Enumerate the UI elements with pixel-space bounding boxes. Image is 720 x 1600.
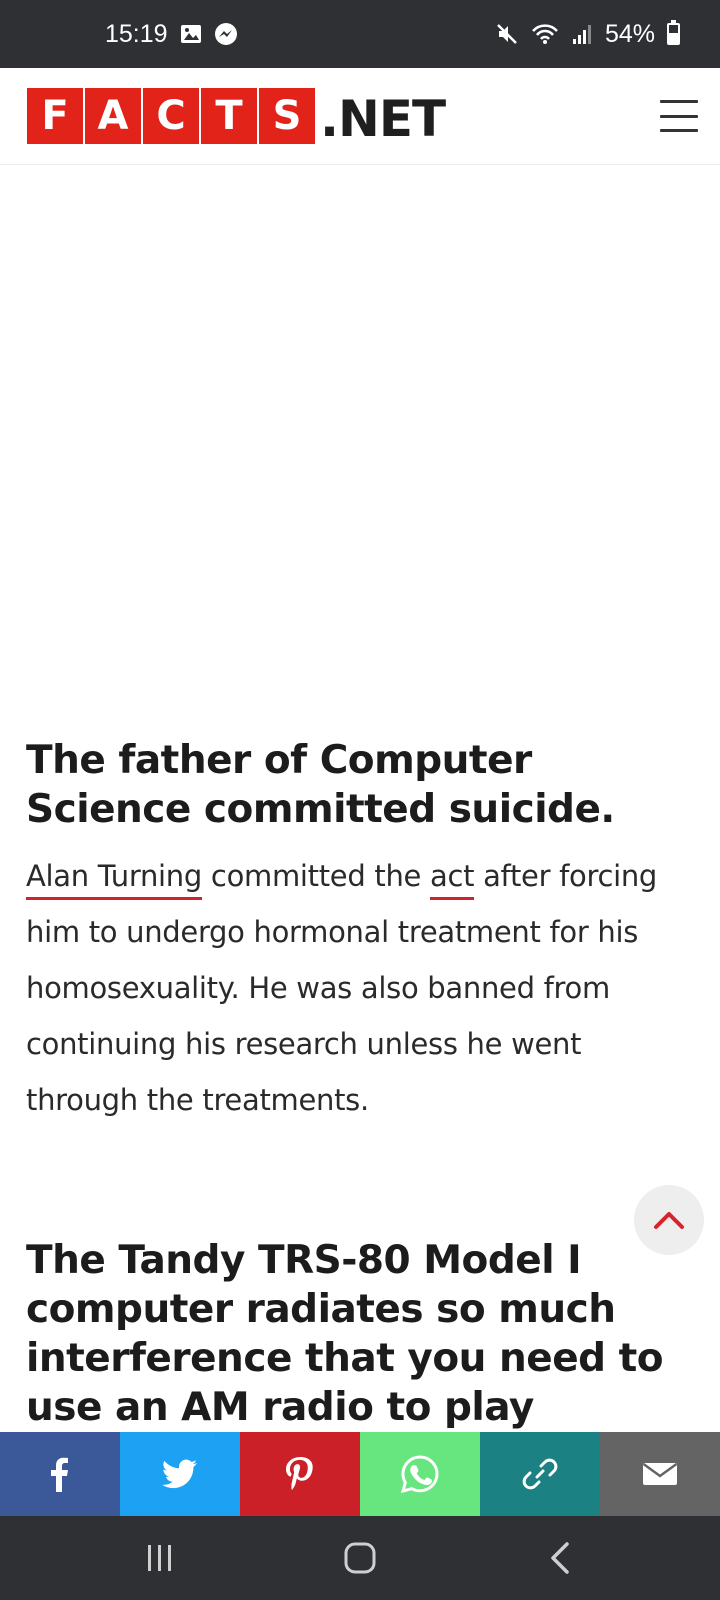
status-bar: 15:19 54% <box>0 0 720 68</box>
ad-placeholder <box>0 166 720 736</box>
recents-icon <box>148 1545 171 1571</box>
chevron-up-icon <box>654 1212 684 1229</box>
logo-letter: T <box>201 88 257 144</box>
copy-link-share-button[interactable] <box>480 1432 600 1516</box>
email-icon <box>642 1462 678 1485</box>
back-button[interactable] <box>520 1528 600 1588</box>
facebook-icon <box>51 1457 68 1492</box>
whatsapp-icon <box>400 1455 439 1494</box>
site-header: F A C T S .NET <box>0 68 720 165</box>
whatsapp-share-button[interactable] <box>360 1432 480 1516</box>
fact-heading: The Tandy TRS-80 Model I computer radiat… <box>26 1238 664 1430</box>
menu-line <box>660 129 698 132</box>
logo-letter: F <box>27 88 83 144</box>
hamburger-menu-icon[interactable] <box>660 100 698 132</box>
twitter-share-button[interactable] <box>120 1432 240 1516</box>
mute-icon <box>495 22 519 46</box>
site-logo[interactable]: F A C T S .NET <box>27 88 446 148</box>
recents-button[interactable] <box>120 1528 200 1588</box>
paragraph-text: committed the <box>202 859 430 893</box>
alan-turing-link[interactable]: Alan Turning <box>26 859 202 900</box>
logo-letter: S <box>259 88 315 144</box>
system-nav-bar <box>0 1516 720 1600</box>
email-share-button[interactable] <box>600 1432 720 1516</box>
status-time: 15:19 <box>105 19 168 48</box>
messenger-icon <box>214 22 238 46</box>
fact-paragraph: Alan Turning committed the act after for… <box>0 848 720 1128</box>
logo-suffix: .NET <box>320 90 446 148</box>
pinterest-share-button[interactable] <box>240 1432 360 1516</box>
wifi-icon <box>531 23 559 45</box>
gallery-icon <box>180 24 202 44</box>
scroll-to-top-button[interactable] <box>634 1185 704 1255</box>
act-link[interactable]: act <box>429 859 474 900</box>
menu-line <box>660 100 698 103</box>
menu-line <box>660 114 698 118</box>
home-button[interactable] <box>320 1528 400 1588</box>
screen: 15:19 54% F A C T S .NET The father of C… <box>0 0 720 1600</box>
home-icon <box>344 1542 376 1574</box>
pinterest-icon <box>286 1457 313 1490</box>
back-icon <box>551 1542 569 1574</box>
share-bar <box>0 1432 720 1516</box>
battery-icon <box>667 20 680 45</box>
signal-icon <box>571 23 593 45</box>
twitter-icon <box>162 1459 197 1489</box>
link-icon <box>522 1458 558 1490</box>
status-left: 15:19 <box>105 20 238 49</box>
logo-letter: C <box>143 88 199 144</box>
fact-heading: The father of Computer Science committed… <box>26 738 615 832</box>
status-right: 54% <box>495 20 680 49</box>
battery-percent: 54% <box>604 19 655 48</box>
facebook-share-button[interactable] <box>0 1432 120 1516</box>
article-content: The father of Computer Science committed… <box>0 166 720 1432</box>
logo-letter: A <box>85 88 141 144</box>
